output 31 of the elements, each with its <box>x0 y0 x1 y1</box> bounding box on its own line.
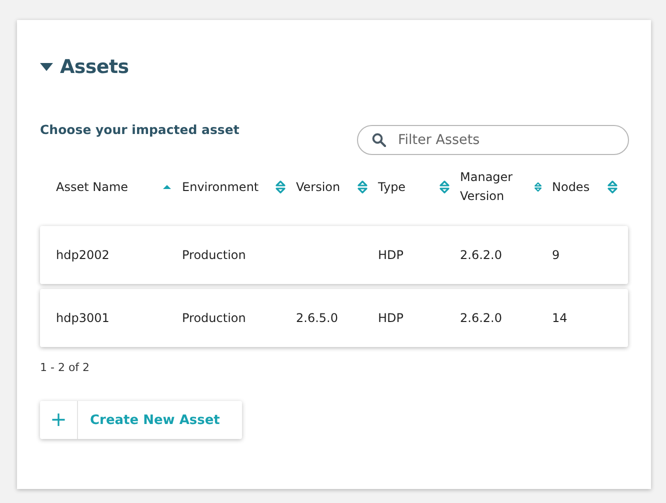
column-header[interactable]: Manager Version <box>460 168 534 206</box>
table-cell-text: 9 <box>552 248 561 262</box>
collapse-toggle[interactable] <box>40 63 53 71</box>
table-cell-text: hdp2002 <box>56 248 110 262</box>
table-row[interactable]: hdp3001 Production 2.6.5.0 HDP 2.6.2.0 14 <box>40 289 628 347</box>
search-field[interactable]: Filter Assets <box>357 125 629 155</box>
column-header[interactable]: Nodes <box>552 178 590 196</box>
pagination-text: 1 - 2 of 2 <box>40 361 91 374</box>
table-cell-text: HDP <box>378 311 404 325</box>
sort-icon[interactable] <box>275 180 286 194</box>
section-label: Choose your impacted asset <box>40 122 240 136</box>
table-cell-text: Production <box>182 311 247 325</box>
sort-icon[interactable] <box>357 180 368 194</box>
column-header[interactable]: Asset Name <box>56 178 128 196</box>
table-cell-text: hdp3001 <box>56 311 110 325</box>
sort-icon[interactable] <box>534 180 542 194</box>
table-cell-text: 2.6.5.0 <box>296 311 339 325</box>
table-cell-text: HDP <box>378 248 404 262</box>
table-row[interactable]: hdp2002 Production HDP 2.6.2.0 9 <box>40 226 628 284</box>
sort-icon[interactable] <box>607 180 618 194</box>
panel-title: Assets <box>60 56 129 78</box>
table-cell-text: Production <box>182 248 247 262</box>
column-header[interactable]: Type <box>378 178 406 196</box>
search-icon <box>372 133 386 147</box>
column-header[interactable]: Version <box>296 178 340 196</box>
table-cell-text: 2.6.2.0 <box>460 311 503 325</box>
sort-ascending-icon[interactable] <box>162 184 172 190</box>
sort-icon[interactable] <box>439 180 450 194</box>
table-cell-text: 14 <box>552 311 568 325</box>
column-header[interactable]: Environment <box>182 178 259 196</box>
table-cell-text: 2.6.2.0 <box>460 248 503 262</box>
